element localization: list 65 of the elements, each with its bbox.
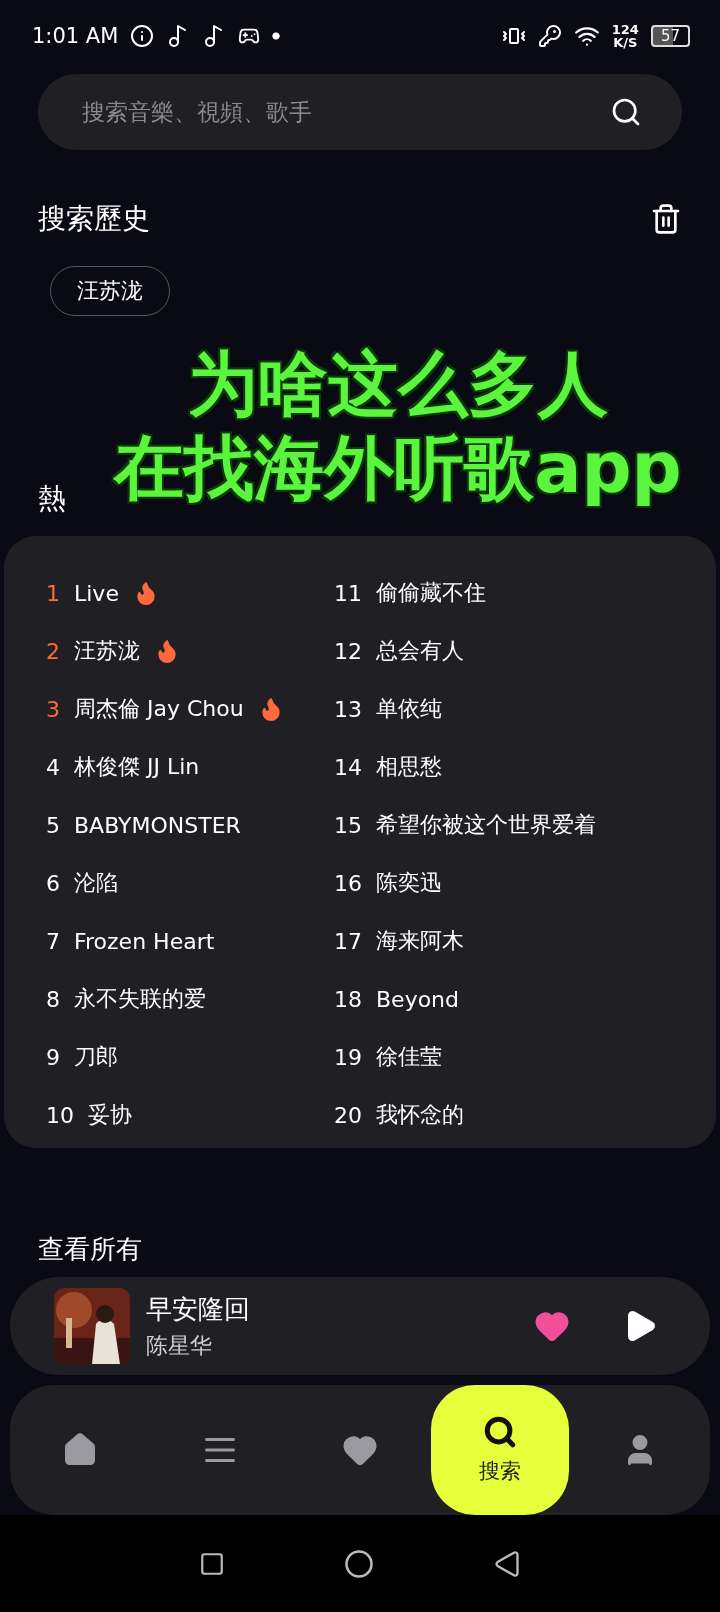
rank-number: 18 — [334, 986, 362, 1012]
hot-search-item[interactable]: 1 Live — [46, 564, 334, 622]
rank-number: 16 — [334, 870, 362, 896]
hot-search-item[interactable]: 11 偷偷藏不住 — [334, 564, 716, 622]
search-icon[interactable] — [610, 96, 642, 128]
hot-search-item[interactable]: 2 汪苏泷 — [46, 622, 334, 680]
battery-indicator: 57 — [650, 25, 690, 47]
recents-icon[interactable] — [199, 1550, 226, 1577]
search-input[interactable]: 搜索音樂、視頻、歌手 — [80, 98, 610, 126]
rank-number: 10 — [46, 1102, 74, 1128]
hot-search-item[interactable]: 7 Frozen Heart — [46, 912, 334, 970]
rank-number: 4 — [46, 754, 60, 780]
history-chip[interactable]: 汪苏泷 — [50, 266, 170, 316]
rank-number: 5 — [46, 812, 60, 838]
back-icon[interactable] — [492, 1549, 521, 1578]
see-all-link[interactable]: 查看所有 — [38, 1232, 720, 1267]
hot-search-item[interactable]: 10 妥协 — [46, 1086, 334, 1144]
song-title: 早安隆回 — [146, 1292, 251, 1326]
rank-number: 3 — [46, 696, 60, 722]
rank-number: 8 — [46, 986, 60, 1012]
home-icon — [62, 1432, 98, 1468]
overlay-caption: 为啥这么多人 — [188, 342, 608, 426]
rank-number: 2 — [46, 638, 60, 664]
hot-search-item[interactable]: 13 单依纯 — [334, 680, 716, 738]
nav-tab[interactable]: 搜索 — [431, 1385, 569, 1515]
dot-icon — [272, 32, 281, 40]
hot-search-item[interactable]: 12 总会有人 — [334, 622, 716, 680]
hot-search-item[interactable]: 19 徐佳莹 — [334, 1028, 716, 1086]
rank-number: 19 — [334, 1044, 362, 1070]
overlay-caption: 在找海外听歌app — [114, 426, 682, 510]
hot-search-item[interactable]: 15 希望你被这个世界爱着 — [334, 796, 716, 854]
hot-search-item[interactable]: 20 我怀念的 — [334, 1086, 716, 1144]
rank-number: 6 — [46, 870, 60, 896]
hot-search-item[interactable]: 14 相思愁 — [334, 738, 716, 796]
hot-search-item[interactable]: 17 海来阿木 — [334, 912, 716, 970]
hot-search-item[interactable]: 18 Beyond — [334, 970, 716, 1028]
hot-search-item[interactable]: 5 BABYMONSTER — [46, 796, 334, 854]
rank-number: 15 — [334, 812, 362, 838]
rank-number: 9 — [46, 1044, 60, 1070]
clock: 1:01 AM — [32, 24, 119, 48]
rank-number: 14 — [334, 754, 362, 780]
trash-icon[interactable] — [650, 203, 682, 235]
mini-player[interactable]: 早安隆回 陈星华 — [10, 1277, 710, 1375]
hot-search-item[interactable]: 3 周杰倫 Jay Chou — [46, 680, 334, 738]
search-field[interactable]: 搜索音樂、視頻、歌手 — [38, 74, 682, 150]
section-title: 熱 — [38, 482, 66, 515]
rank-number: 7 — [46, 928, 60, 954]
home-icon[interactable] — [344, 1548, 374, 1579]
hot-search-item[interactable]: 8 永不失联的爱 — [46, 970, 334, 1028]
rank-number: 12 — [334, 638, 362, 664]
key-icon — [537, 24, 562, 48]
section-title: 搜索歷史 — [38, 201, 150, 237]
rank-number: 17 — [334, 928, 362, 954]
search-icon — [483, 1415, 517, 1449]
hot-search-item[interactable]: 6 沦陷 — [46, 854, 334, 912]
rank-number: 1 — [46, 580, 60, 606]
info-icon — [130, 24, 155, 48]
rank-number: 20 — [334, 1102, 362, 1128]
network-speed: 124 K/S — [611, 23, 639, 49]
hot-search-item[interactable]: 4 林俊傑 JJ Lin — [46, 738, 334, 796]
rank-number: 13 — [334, 696, 362, 722]
artist-name: 陈星华 — [146, 1331, 213, 1360]
hot-search-item[interactable]: 16 陈奕迅 — [334, 854, 716, 912]
rank-number: 11 — [334, 580, 362, 606]
hot-search-item[interactable]: 9 刀郎 — [46, 1028, 334, 1086]
